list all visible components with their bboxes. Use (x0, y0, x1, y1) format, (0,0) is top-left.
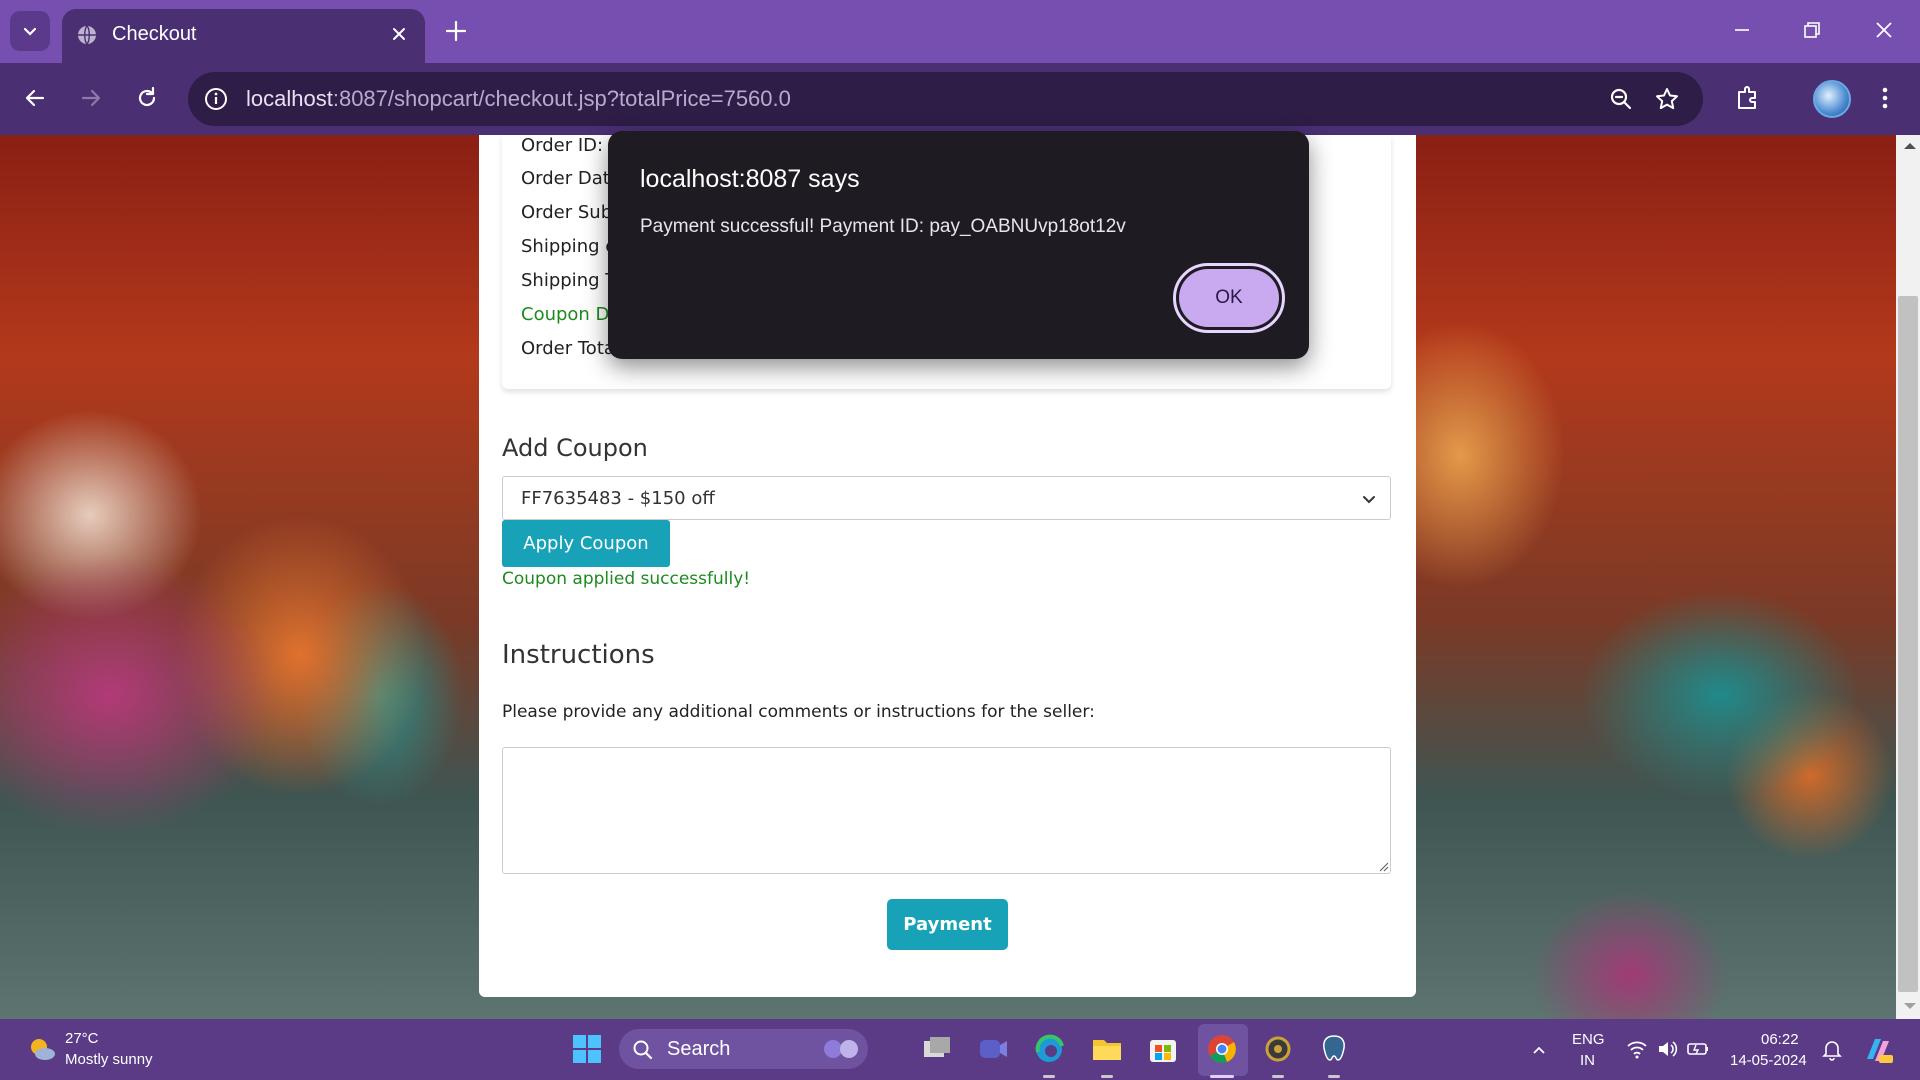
url-host: localhost (246, 86, 333, 111)
resize-grip-icon[interactable] (1377, 860, 1389, 872)
weather-description: Mostly sunny (65, 1051, 153, 1068)
explorer-running-indicator (1101, 1075, 1113, 1078)
more-menu-icon[interactable] (1873, 83, 1897, 113)
instructions-label: Please provide any additional comments o… (502, 702, 1095, 722)
tab-title: Checkout (112, 23, 197, 45)
windows-start-icon[interactable] (570, 1032, 604, 1066)
show-hidden-icons-chevron-up-icon[interactable] (1530, 1041, 1548, 1059)
apply-coupon-button[interactable]: Apply Coupon (502, 520, 670, 567)
edge-browser-icon[interactable] (1032, 1032, 1066, 1066)
postgres-running-indicator (1328, 1075, 1340, 1078)
tab-checkout[interactable]: Checkout (62, 9, 425, 63)
url-text: localhost:8087/shopcart/checkout.jsp?tot… (246, 86, 791, 112)
order-id-label: Order ID: (521, 135, 604, 156)
clock-time[interactable]: 06:22 (1761, 1031, 1799, 1048)
scroll-up-icon[interactable] (1901, 140, 1919, 152)
copilot-pre-icon[interactable] (1861, 1033, 1895, 1067)
weather-sun-icon[interactable] (26, 1033, 58, 1065)
task-view-icon[interactable] (920, 1032, 954, 1066)
coupon-select[interactable]: FF7635483 - $150 off (502, 476, 1391, 520)
close-window-icon[interactable] (1872, 18, 1896, 42)
wifi-icon[interactable] (1626, 1039, 1648, 1059)
scroll-down-icon[interactable] (1901, 1000, 1919, 1012)
shipping-charges-label: Shipping c (521, 236, 616, 257)
instructions-heading: Instructions (502, 640, 655, 670)
settings-gear-icon[interactable] (1261, 1032, 1295, 1066)
forward-arrow-icon[interactable] (78, 85, 104, 111)
alert-dialog: localhost:8087 says Payment successful! … (608, 131, 1309, 359)
dialog-message: Payment successful! Payment ID: pay_OABN… (640, 216, 1126, 237)
chevron-down-icon (23, 27, 37, 36)
notification-bell-icon[interactable] (1822, 1039, 1842, 1061)
payment-button[interactable]: Payment (887, 899, 1008, 950)
bookmark-star-icon[interactable] (1653, 85, 1681, 113)
order-date-label: Order Dat (521, 168, 610, 189)
volume-icon[interactable] (1656, 1039, 1678, 1059)
address-bar[interactable]: localhost:8087/shopcart/checkout.jsp?tot… (188, 72, 1703, 126)
add-coupon-heading: Add Coupon (502, 434, 648, 462)
globe-icon (78, 25, 96, 45)
weather-temperature: 27°C (65, 1030, 99, 1047)
site-info-icon[interactable] (202, 85, 230, 113)
shipping-tax-label: Shipping T (521, 270, 617, 291)
back-arrow-icon[interactable] (22, 85, 48, 111)
chrome-active-indicator (1210, 1075, 1234, 1078)
copilot-icon (824, 1040, 858, 1058)
url-path: :8087/shopcart/checkout.jsp?totalPrice=7… (332, 86, 791, 111)
new-tab-icon[interactable] (443, 18, 469, 44)
browser-toolbar: localhost:8087/shopcart/checkout.jsp?tot… (0, 63, 1920, 135)
chevron-down-icon (1363, 496, 1375, 504)
file-explorer-icon[interactable] (1090, 1032, 1124, 1066)
ok-button[interactable]: OK (1179, 269, 1279, 327)
postgresql-icon[interactable] (1317, 1032, 1351, 1066)
coupon-success-message: Coupon applied successfully! (502, 569, 751, 589)
coupon-discount-label: Coupon D (521, 304, 610, 325)
battery-icon[interactable] (1686, 1039, 1710, 1059)
dialog-title: localhost:8087 says (640, 165, 860, 193)
order-subtotal-label: Order Sub (521, 202, 613, 223)
zoom-icon[interactable] (1607, 85, 1635, 113)
scrollbar-thumb[interactable] (1898, 296, 1918, 992)
minimize-icon[interactable] (1730, 18, 1754, 42)
search-icon (633, 1040, 653, 1060)
tab-search-button[interactable] (10, 11, 50, 51)
order-total-label: Order Tota (521, 338, 615, 359)
coupon-select-value: FF7635483 - $150 off (521, 488, 715, 509)
settings-running-indicator (1272, 1075, 1284, 1078)
search-placeholder: Search (667, 1038, 731, 1060)
taskbar-search[interactable]: Search (619, 1029, 868, 1069)
close-tab-icon[interactable] (387, 22, 411, 46)
language-top[interactable]: ENG (1572, 1031, 1605, 1048)
tab-strip: Checkout (0, 0, 1920, 63)
clock-date[interactable]: 14-05-2024 (1730, 1052, 1807, 1069)
taskbar: 27°C Mostly sunny Search ENG IN 06:22 14… (0, 1019, 1920, 1080)
chrome-browser-icon[interactable] (1205, 1032, 1239, 1066)
reload-icon[interactable] (134, 85, 160, 111)
language-bottom[interactable]: IN (1580, 1052, 1595, 1069)
restore-icon[interactable] (1800, 18, 1824, 42)
meet-now-icon[interactable] (976, 1032, 1010, 1066)
instructions-textarea[interactable] (502, 747, 1391, 874)
profile-avatar[interactable] (1813, 80, 1851, 118)
microsoft-store-icon[interactable] (1146, 1032, 1180, 1066)
extensions-icon[interactable] (1733, 83, 1763, 113)
edge-running-indicator (1043, 1075, 1055, 1078)
